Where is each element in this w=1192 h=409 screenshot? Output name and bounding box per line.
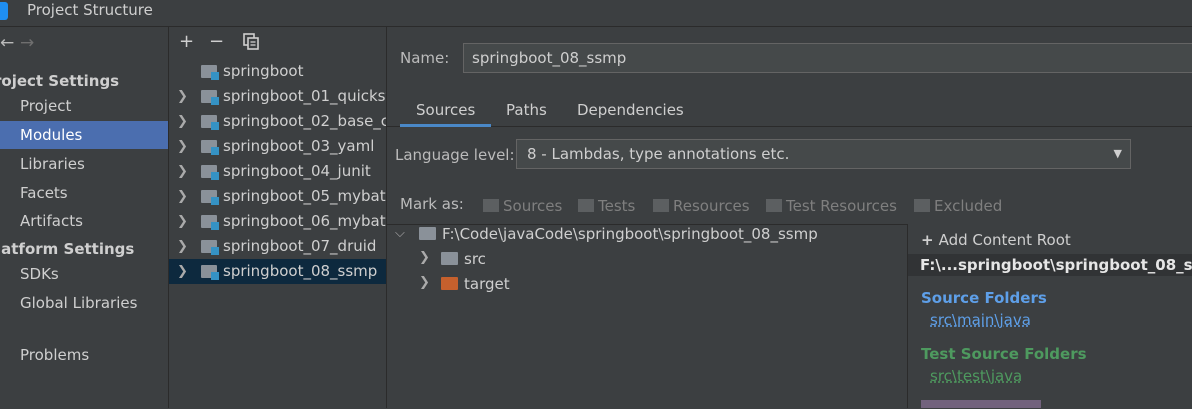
language-level-select[interactable]: 8 - Lambdas, type annotations etc. ▼ (516, 139, 1131, 169)
mark-sources-button[interactable]: Sources (483, 197, 562, 215)
chevron-right-icon[interactable]: ❯ (177, 84, 188, 109)
folder-icon (441, 252, 458, 265)
mark-as-label: Mark as: (400, 195, 464, 213)
module-label: springboot_08_ssmp (223, 262, 378, 280)
chevron-right-icon[interactable]: ❯ (177, 234, 188, 259)
module-row[interactable]: springboot (169, 59, 386, 84)
excluded-folder-icon (441, 277, 458, 290)
mark-tests-button[interactable]: Tests (578, 197, 635, 215)
tree-item-src[interactable]: src (441, 250, 486, 268)
resource-folders-title-clipped (921, 400, 1041, 408)
project-settings-header: roject Settings (0, 72, 120, 90)
module-row[interactable]: ❯ springboot_06_mybati (169, 209, 386, 234)
language-level-label: Language level: (395, 146, 515, 164)
module-label: springboot_01_quickst (223, 87, 387, 105)
window-title: Project Structure (27, 1, 153, 19)
module-row[interactable]: ❯ springboot_05_mybati (169, 184, 386, 209)
chevron-right-icon[interactable]: ❯ (177, 134, 188, 159)
module-label: springboot_07_druid (223, 237, 377, 255)
module-row[interactable]: ❯ springboot_02_base_c (169, 109, 386, 134)
settings-sidebar: ← → roject Settings Project Modules Libr… (0, 27, 169, 408)
chevron-right-icon[interactable]: ❯ (177, 259, 188, 284)
tree-item-target[interactable]: target (441, 275, 510, 293)
chevron-down-icon[interactable]: ⌵ (395, 226, 405, 241)
source-folders-title: Source Folders (921, 289, 1047, 307)
module-icon (201, 90, 219, 105)
mark-excluded-button[interactable]: Excluded (914, 197, 1002, 215)
chevron-right-icon[interactable]: ❯ (419, 250, 430, 265)
module-label: springboot_03_yaml (223, 137, 375, 155)
modules-panel: + − springboot ❯ springboot_01_quickst ❯… (169, 27, 387, 408)
excluded-folder-icon (914, 199, 930, 212)
folder-icon (419, 227, 436, 240)
active-tab-indicator (400, 124, 491, 127)
module-row[interactable]: ❯ springboot_07_druid (169, 234, 386, 259)
content-root-path: F:\...springboot\springboot_08_ssmp (908, 254, 1192, 276)
sidebar-item-problems[interactable]: Problems (0, 341, 168, 369)
copy-icon[interactable] (243, 33, 259, 55)
module-label: springboot_02_base_c (223, 112, 387, 130)
sidebar-item-facets[interactable]: Facets (0, 179, 168, 207)
source-folder-icon (483, 199, 499, 212)
plus-icon: + (921, 231, 934, 249)
chevron-right-icon[interactable]: ❯ (419, 275, 430, 290)
sidebar-item-artifacts[interactable]: Artifacts (0, 207, 168, 235)
sidebar-item-sdks[interactable]: SDKs (0, 260, 168, 288)
tab-paths[interactable]: Paths (506, 101, 547, 119)
content-root-tree: ⌵ F:\Code\javaCode\springboot\springboot… (387, 224, 907, 409)
module-row[interactable]: ❯ springboot_03_yaml (169, 134, 386, 159)
module-icon (201, 215, 219, 230)
test-source-folder-link[interactable]: src\test\java (930, 367, 1022, 385)
intellij-app-icon (0, 2, 8, 20)
arrow-right-icon[interactable]: → (20, 33, 34, 53)
remove-module-button[interactable]: − (209, 31, 224, 52)
module-icon (201, 165, 219, 180)
module-label: springboot_05_mybati (223, 187, 387, 205)
module-icon (201, 65, 219, 80)
module-row[interactable]: ❯ springboot_01_quickst (169, 84, 386, 109)
add-content-root-button[interactable]: + Add Content Root (921, 231, 1071, 249)
sidebar-item-project[interactable]: Project (0, 92, 168, 120)
mark-test-resources-button[interactable]: Test Resources (766, 197, 897, 215)
tree-root-row[interactable]: F:\Code\javaCode\springboot\springboot_0… (419, 225, 818, 243)
module-detail-panel: Name: springboot_08_ssmp Sources Paths D… (387, 27, 1192, 409)
module-icon (201, 140, 219, 155)
chevron-right-icon[interactable]: ❯ (177, 109, 188, 134)
dropdown-arrow-icon: ▼ (1113, 147, 1122, 160)
platform-settings-header: latform Settings (0, 240, 135, 258)
add-module-button[interactable]: + (179, 31, 194, 52)
language-level-value: 8 - Lambdas, type annotations etc. (527, 145, 790, 163)
module-label: springboot_06_mybati (223, 212, 387, 230)
content-root-panel: + Add Content Root F:\...springboot\sprin… (907, 224, 1192, 408)
title-bar: Project Structure (0, 0, 1192, 27)
chevron-right-icon[interactable]: ❯ (177, 184, 188, 209)
tab-sources[interactable]: Sources (416, 101, 475, 119)
module-icon (201, 190, 219, 205)
test-source-folders-title: Test Source Folders (921, 345, 1087, 363)
module-name-input[interactable]: springboot_08_ssmp (463, 43, 1192, 73)
module-icon (201, 240, 219, 255)
sidebar-item-global-libraries[interactable]: Global Libraries (0, 289, 168, 317)
arrow-left-icon[interactable]: ← (0, 33, 14, 53)
module-row[interactable]: ❯ springboot_04_junit (169, 159, 386, 184)
module-icon (201, 115, 219, 130)
sidebar-item-modules[interactable]: Modules (0, 121, 168, 149)
chevron-right-icon[interactable]: ❯ (177, 159, 188, 184)
source-folder-link[interactable]: src\main\java (930, 311, 1031, 329)
name-label: Name: (400, 49, 450, 67)
mark-resources-button[interactable]: Resources (653, 197, 750, 215)
tab-dependencies[interactable]: Dependencies (577, 101, 684, 119)
module-row-selected[interactable]: ❯ springboot_08_ssmp (169, 259, 386, 284)
tab-divider (387, 126, 1192, 127)
chevron-right-icon[interactable]: ❯ (177, 209, 188, 234)
test-folder-icon (578, 199, 594, 212)
resources-folder-icon (653, 199, 669, 212)
sidebar-item-libraries[interactable]: Libraries (0, 150, 168, 178)
module-icon (201, 265, 219, 280)
module-label: springboot (223, 62, 304, 80)
module-label: springboot_04_junit (223, 162, 371, 180)
test-resources-folder-icon (766, 199, 782, 212)
